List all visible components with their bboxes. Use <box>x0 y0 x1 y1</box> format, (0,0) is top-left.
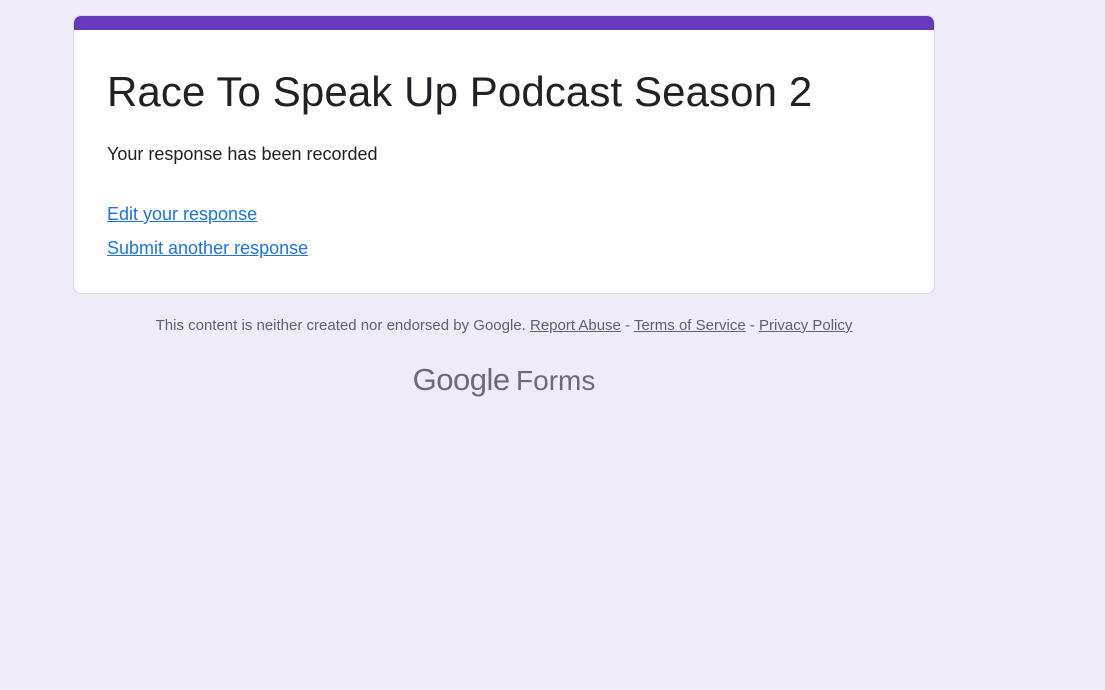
terms-of-service-link[interactable]: Terms of Service <box>634 317 746 334</box>
brand-forms-text: Forms <box>516 365 596 396</box>
confirmation-card: Race To Speak Up Podcast Season 2 Your r… <box>73 15 935 294</box>
form-title: Race To Speak Up Podcast Season 2 <box>107 68 813 115</box>
footer-disclaimer-line: This content is neither created nor endo… <box>73 317 935 334</box>
report-abuse-link[interactable]: Report Abuse <box>530 317 621 334</box>
card-accent-bar <box>74 16 934 30</box>
google-forms-logo[interactable]: Google Forms <box>73 362 935 398</box>
edit-response-link[interactable]: Edit your response <box>107 204 257 225</box>
disclaimer-text: This content is neither created nor endo… <box>155 317 526 334</box>
submit-another-response-link[interactable]: Submit another response <box>107 238 308 259</box>
footer-separator: - <box>745 317 760 334</box>
confirmation-message: Your response has been recorded <box>107 144 378 164</box>
privacy-policy-link[interactable]: Privacy Policy <box>759 317 852 334</box>
footer-separator: - <box>620 317 634 334</box>
brand-google-text: Google <box>412 362 510 397</box>
